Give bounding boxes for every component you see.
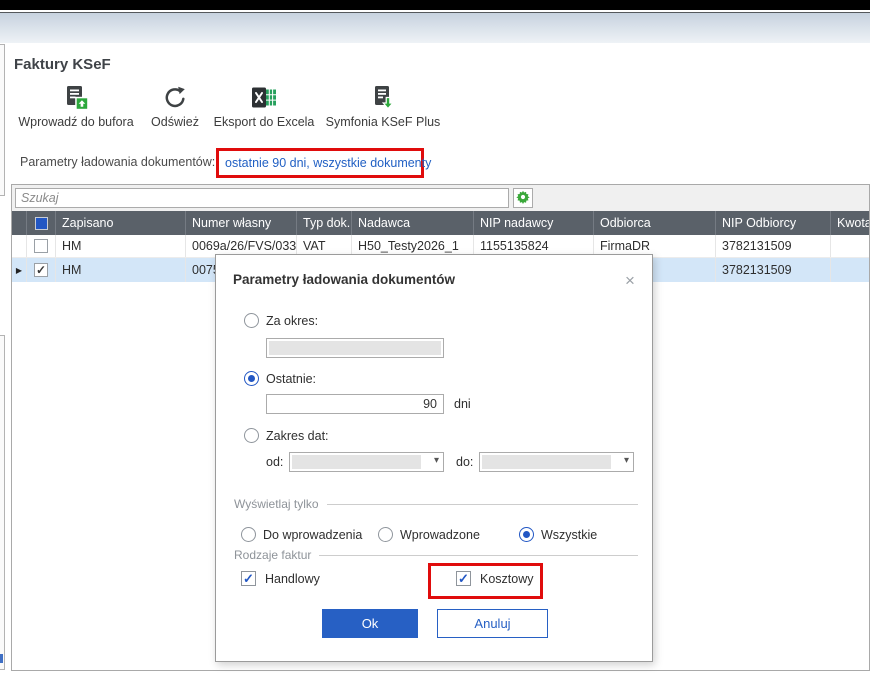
params-highlight-box: ostatnie 90 dni, wszystkie dokumenty: [216, 148, 424, 178]
radio-wprowadzone-label: Wprowadzone: [400, 528, 480, 542]
column-header-kwota[interactable]: Kwota: [831, 211, 869, 235]
params-link[interactable]: ostatnie 90 dni, wszystkie dokumenty: [219, 156, 431, 170]
left-splitter-bottom[interactable]: [0, 335, 5, 670]
ok-button[interactable]: Ok: [322, 609, 418, 638]
search-row: [12, 185, 869, 211]
toolbar-label: Wprowadź do bufora: [18, 115, 133, 129]
radio-wszystkie-label: Wszystkie: [541, 528, 597, 542]
column-header-nip-nadawcy[interactable]: NIP nadawcy: [474, 211, 594, 235]
buffer-upload-icon: [63, 84, 89, 111]
dialog-title: Parametry ładowania dokumentów: [233, 272, 455, 287]
cell-nip-odbiorcy: 3782131509: [716, 258, 831, 282]
row-checkbox[interactable]: [34, 239, 48, 253]
radio-zakres-dat[interactable]: [244, 428, 259, 443]
date-to-combobox[interactable]: ▾: [479, 452, 634, 472]
group-label: Wyświetlaj tylko: [234, 497, 319, 511]
column-header-nadawca[interactable]: Nadawca: [352, 211, 474, 235]
divider: [327, 504, 638, 505]
dialog-parametry-ladowania: Parametry ładowania dokumentów × Za okre…: [215, 254, 653, 662]
cell-kwota: [831, 258, 869, 282]
radio-zakres-dat-label: Zakres dat:: [266, 429, 329, 443]
cell-zapisano: HM: [56, 235, 186, 257]
last-days-input[interactable]: [266, 394, 444, 414]
app-window: Faktury KSeF Wprowadź do bufora: [0, 0, 870, 673]
row-checkbox-checked[interactable]: ✓: [34, 263, 48, 277]
kosztowy-highlight-box: [428, 563, 543, 599]
cell-kwota: [831, 235, 869, 257]
left-panel-indicator: [0, 654, 3, 663]
radio-do-wprowadzenia-label: Do wprowadzenia: [263, 528, 362, 542]
za-okres-field: [266, 338, 444, 358]
header-gradient: [0, 13, 870, 43]
page-title: Faktury KSeF: [14, 56, 111, 73]
radio-do-wprowadzenia[interactable]: [241, 527, 256, 542]
excel-export-icon: [251, 84, 277, 111]
params-label: Parametry ładowania dokumentów:: [20, 155, 215, 169]
toolbar-label: Odśwież: [151, 115, 199, 129]
checkbox-handlowy-label: Handlowy: [265, 572, 320, 586]
left-splitter-top[interactable]: [0, 44, 5, 196]
radio-ostatnie-label: Ostatnie:: [266, 372, 316, 386]
divider: [319, 555, 638, 556]
cancel-button[interactable]: Anuluj: [437, 609, 548, 638]
toolbar-button-wprowadz-do-bufora[interactable]: Wprowadź do bufora: [10, 84, 142, 129]
row-indicator-cell: [12, 235, 27, 257]
toolbar-button-symfonia-ksef-plus[interactable]: Symfonia KSeF Plus: [322, 84, 444, 129]
cell-zapisano: HM: [56, 258, 186, 282]
current-row-indicator-icon: ▶: [16, 266, 22, 275]
column-header-typ-dok[interactable]: Typ dok...: [297, 211, 352, 235]
group-rodzaje-faktur: Rodzaje faktur: [234, 548, 638, 562]
column-header-zapisano[interactable]: Zapisano: [56, 211, 186, 235]
title-bar: [0, 0, 870, 10]
gear-icon: [516, 190, 530, 207]
od-label: od:: [266, 455, 283, 469]
radio-ostatnie[interactable]: [244, 371, 259, 386]
table-header: Zapisano Numer własny Typ dok... Nadawca…: [12, 211, 869, 235]
cell-nip-odbiorcy: 3782131509: [716, 235, 831, 257]
ksef-plus-icon: [370, 84, 396, 111]
select-all-checkbox[interactable]: [35, 217, 48, 230]
chevron-down-icon: ▾: [624, 455, 629, 466]
close-icon[interactable]: ×: [619, 270, 641, 292]
checkbox-handlowy[interactable]: ✓: [241, 571, 256, 586]
toolbar-label: Symfonia KSeF Plus: [326, 115, 441, 129]
header-indicator-cell: [12, 211, 27, 235]
refresh-icon: [163, 84, 187, 111]
toolbar-label: Eksport do Excela: [214, 115, 315, 129]
row-indicator-cell: ▶: [12, 258, 27, 282]
do-label: do:: [456, 455, 473, 469]
group-wyswietlaj-tylko: Wyświetlaj tylko: [234, 497, 638, 511]
date-from-combobox[interactable]: ▾: [289, 452, 444, 472]
toolbar-button-odswiez[interactable]: Odśwież: [142, 84, 208, 129]
header-checkbox-cell: [27, 211, 56, 235]
group-label: Rodzaje faktur: [234, 548, 311, 562]
column-header-odbiorca[interactable]: Odbiorca: [594, 211, 716, 235]
chevron-down-icon: ▾: [434, 455, 439, 466]
search-settings-button[interactable]: [513, 188, 533, 208]
column-header-nip-odbiorcy[interactable]: NIP Odbiorcy: [716, 211, 831, 235]
dni-label: dni: [454, 397, 471, 411]
radio-wprowadzone[interactable]: [378, 527, 393, 542]
radio-za-okres[interactable]: [244, 313, 259, 328]
radio-wszystkie[interactable]: [519, 527, 534, 542]
toolbar-button-eksport-do-excela[interactable]: Eksport do Excela: [208, 84, 320, 129]
radio-za-okres-label: Za okres:: [266, 314, 318, 328]
column-header-numer-wlasny[interactable]: Numer własny: [186, 211, 297, 235]
search-input[interactable]: [15, 188, 509, 208]
